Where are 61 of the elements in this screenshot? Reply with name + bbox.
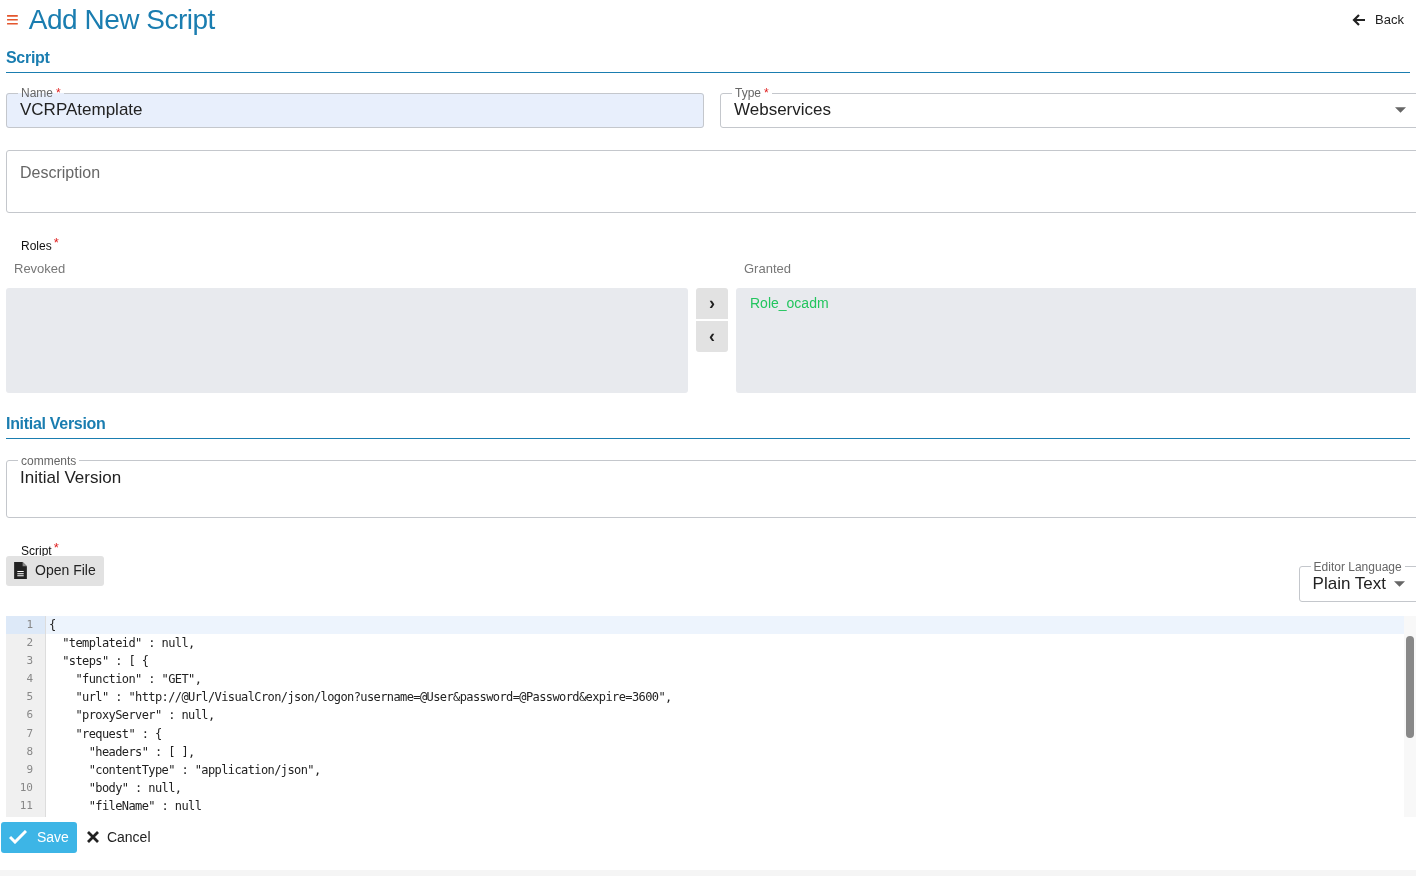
code-line: "contentType" : "application/json", [87,762,322,779]
required-mark: * [53,235,59,250]
field-label: Editor Language [1313,559,1402,574]
code-line: "proxyServer" : null, [74,707,216,725]
code-line: "steps" : [ { [61,652,150,670]
field-label: Name [21,86,53,100]
description-placeholder: Description [20,164,101,181]
line-number: 2 [25,634,34,651]
move-right-button[interactable]: › [696,287,728,319]
line-number: 6 [25,707,34,724]
code-line: "request" : { [74,725,163,743]
field-value: Initial Version [20,466,122,489]
cancel-button[interactable]: Cancel [86,826,151,848]
document-icon [14,562,27,579]
open-file-button[interactable]: Open File [6,555,104,586]
code-line: "headers" : [ ], [87,743,196,761]
field-label: Script [21,543,52,558]
section-heading: Script [6,48,51,68]
code-editor[interactable] [6,615,1416,817]
line-number: 8 [25,743,34,760]
field-value: Webservices [734,100,831,121]
line-number: 10 [18,780,34,797]
required-mark: * [53,539,59,555]
description-field[interactable]: Description [6,150,1416,213]
comments-field[interactable]: comments Initial Version [6,454,1416,518]
list-label: Granted [744,260,791,278]
field-label: comments [21,453,77,468]
field-label: Roles [21,239,52,253]
page-title: Add New Script [28,3,215,37]
code-line: "function" : "GET", [74,671,203,689]
code-line: "fileName" : null [87,798,203,816]
dropdown-caret-icon [1395,107,1406,113]
menu-button[interactable]: ≡ [6,9,19,31]
required-mark: * [56,86,61,100]
code-line: "url" : "http://@Url/VisualCron/json/logon?username=@User&password=@Password&expire=3600", [74,689,673,707]
code-line: "templateid" : null, [61,634,196,652]
code-line: "body" : null, [87,780,183,798]
close-icon [86,831,99,843]
line-number: 5 [25,689,34,706]
line-number: 9 [25,762,34,778]
list-label: Revoked [14,260,67,278]
dropdown-caret-icon [1394,580,1405,587]
back-arrow-icon [1351,12,1368,28]
section-heading: Initial Version [6,413,107,434]
line-number: 11 [18,798,34,815]
checkmark-icon [9,830,27,844]
scrollbar-thumb[interactable] [1406,635,1414,738]
type-dropdown[interactable]: Type * Webservices [720,87,1416,128]
field-value: VCRPAtemplate [20,99,143,121]
move-left-button[interactable]: ‹ [696,320,728,352]
back-button[interactable]: Back [1351,10,1404,30]
editor-language-dropdown[interactable]: Editor Language Plain Text [1298,560,1416,602]
line-number: 4 [25,671,34,688]
line-number: 1 [6,615,45,634]
field-value: Plain Text [1312,573,1386,595]
line-number: 7 [25,725,34,742]
line-number: 3 [25,652,34,669]
required-mark: * [764,86,769,100]
scrollbar[interactable] [1404,615,1416,817]
field-label: Type [735,86,761,100]
name-field[interactable]: Name * VCRPAtemplate [6,87,704,128]
